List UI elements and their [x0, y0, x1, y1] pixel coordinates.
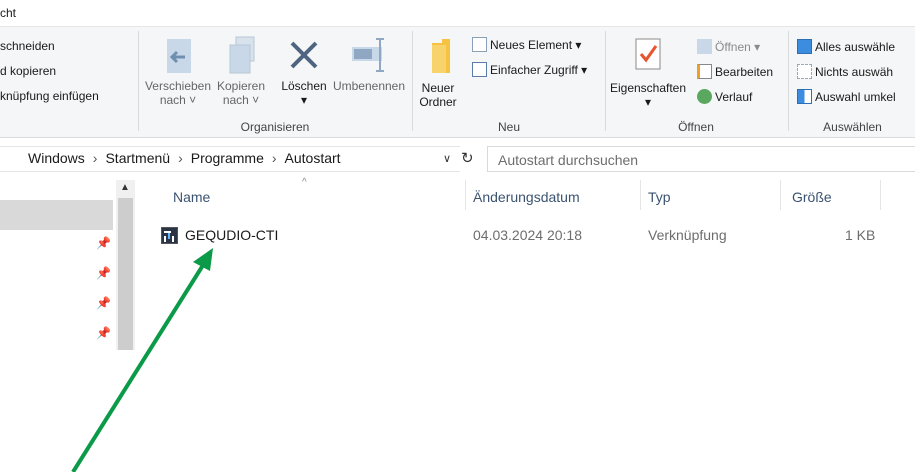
- annotation-arrow: [71, 248, 213, 472]
